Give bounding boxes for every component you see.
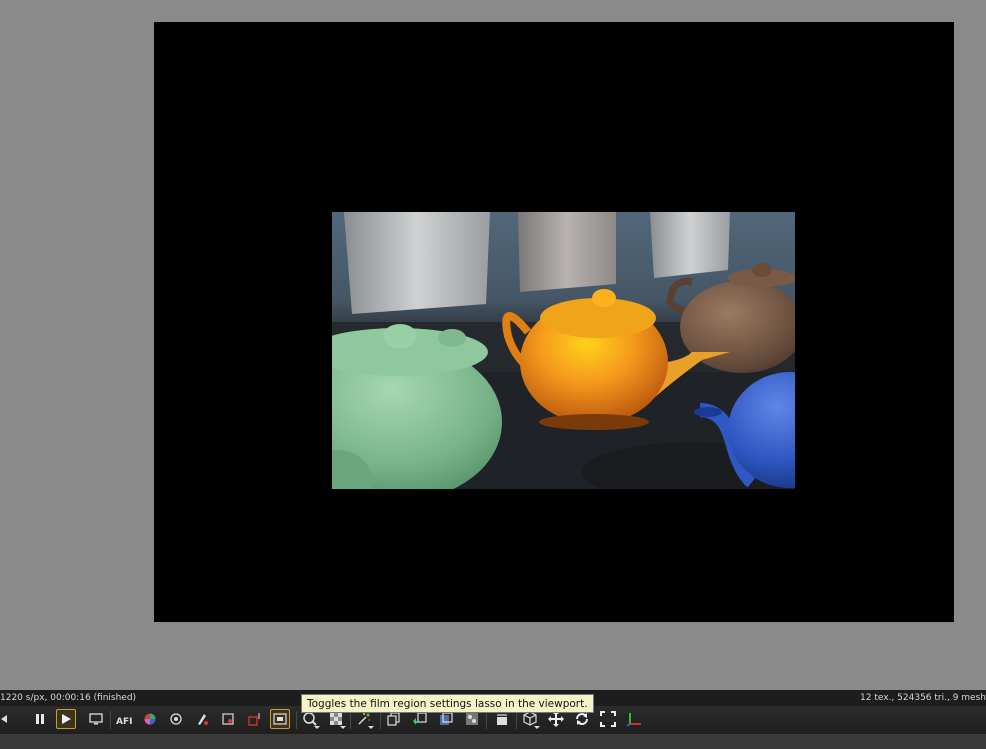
film-region-icon[interactable] [270,709,290,729]
material-picker-icon[interactable] [166,709,186,729]
scene-stats-text: 12 tex., 524356 tri., 9 mesh [860,693,986,703]
play-icon[interactable] [56,709,76,729]
svg-text:AFI: AFI [116,717,132,725]
color-wheel-icon[interactable] [140,709,160,729]
film-region-tooltip: Toggles the film region settings lasso i… [301,694,594,713]
monitor-icon[interactable] [86,709,106,729]
axes-icon[interactable] [624,709,644,729]
render-preview-image [332,212,795,489]
object-picker-icon[interactable] [192,709,212,729]
camera-target-icon[interactable] [218,709,238,729]
pause-icon[interactable] [30,709,50,729]
render-progress-text: 1220 s/px, 00:00:16 (finished) [0,693,137,703]
fullscreen-icon[interactable] [598,709,618,729]
bottom-panel-strip [0,734,986,749]
previous-icon[interactable] [0,709,14,729]
render-viewport[interactable] [154,22,954,622]
afi-icon[interactable]: AFI [114,709,134,729]
render-region-icon[interactable] [244,709,264,729]
